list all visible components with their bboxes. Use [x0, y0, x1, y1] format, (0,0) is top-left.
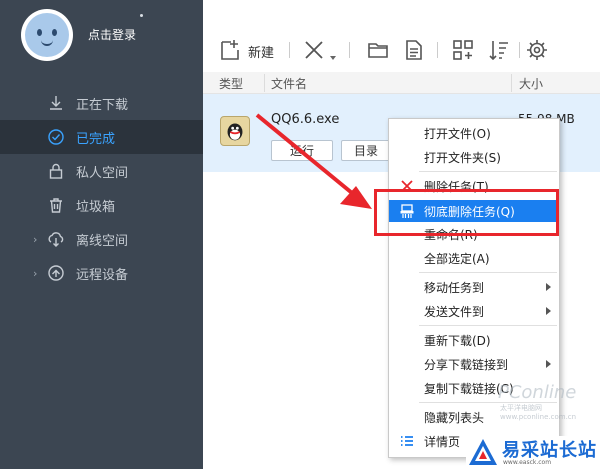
- menu-item-move-task-to[interactable]: 移动任务到: [389, 276, 559, 298]
- sidebar-item-label: 离线空间: [76, 233, 129, 249]
- menu-separator: [419, 171, 557, 172]
- open-file-button[interactable]: [402, 38, 426, 62]
- submenu-arrow-icon: [546, 360, 551, 368]
- sidebar-item-downloading[interactable]: 正在下载: [0, 86, 203, 120]
- profile-area: 点击登录: [0, 0, 203, 72]
- file-name: QQ6.6.exe: [271, 112, 340, 127]
- column-divider[interactable]: [264, 74, 265, 92]
- avatar[interactable]: [21, 9, 73, 61]
- login-link[interactable]: 点击登录: [88, 26, 136, 43]
- column-type[interactable]: 类型: [219, 75, 243, 92]
- toolbar-divider: [289, 42, 290, 58]
- toolbar-divider: [519, 42, 520, 58]
- remote-device-icon: [48, 265, 64, 281]
- menu-item-open-folder[interactable]: 打开文件夹(S): [389, 146, 559, 168]
- toolbar-divider: [349, 42, 350, 58]
- sidebar-item-label: 正在下载: [76, 97, 129, 113]
- sidebar-item-label: 远程设备: [76, 267, 129, 283]
- submenu-arrow-icon: [546, 283, 551, 291]
- column-header: 类型 文件名 大小: [203, 72, 600, 94]
- column-size[interactable]: 大小: [519, 75, 543, 92]
- document-icon: [406, 40, 422, 60]
- menu-item-share-link[interactable]: 分享下载链接到: [389, 353, 559, 375]
- toolbar-divider: [437, 42, 438, 58]
- menu-item-send-file-to[interactable]: 发送文件到: [389, 300, 559, 322]
- menu-separator: [419, 325, 557, 326]
- sidebar-item-label: 私人空间: [76, 165, 129, 181]
- check-circle-icon: [48, 129, 64, 145]
- pconline-watermark-sub: 太平洋电脑网 www.pconline.com.cn: [500, 404, 577, 421]
- list-icon: [401, 436, 413, 446]
- site-logo-icon: [469, 439, 497, 465]
- status-dot: [140, 14, 143, 17]
- column-filename[interactable]: 文件名: [271, 75, 307, 92]
- submenu-arrow-icon: [546, 307, 551, 315]
- run-button[interactable]: 运行: [271, 140, 333, 161]
- view-mode-button[interactable]: [451, 38, 475, 62]
- lock-icon: [49, 163, 63, 179]
- menu-item-select-all[interactable]: 全部选定(A): [389, 247, 559, 269]
- sort-icon: [489, 41, 508, 61]
- trash-icon: [50, 198, 62, 213]
- chevron-right-icon[interactable]: ›: [33, 267, 37, 280]
- site-url: www.easck.com: [503, 459, 552, 466]
- close-icon: [305, 41, 323, 59]
- folder-icon: [368, 43, 388, 58]
- sidebar-item-private-space[interactable]: 私人空间: [0, 154, 203, 188]
- delete-button[interactable]: [302, 38, 326, 62]
- sidebar-item-label: 已完成: [76, 131, 116, 147]
- sort-button[interactable]: [487, 38, 511, 62]
- menu-item-open-file[interactable]: 打开文件(O): [389, 122, 559, 144]
- cloud-download-icon: [48, 232, 64, 247]
- menu-item-redownload[interactable]: 重新下载(D): [389, 329, 559, 351]
- sidebar-item-completed[interactable]: 已完成: [0, 120, 203, 154]
- sidebar: 点击登录 正在下载 已完成 私人空间 垃圾箱 › 离线空间 › 远程设备: [0, 0, 203, 469]
- delete-dropdown-arrow[interactable]: [330, 56, 336, 60]
- menu-separator: [419, 272, 557, 273]
- download-icon: [50, 96, 62, 110]
- sidebar-item-trash[interactable]: 垃圾箱: [0, 188, 203, 222]
- column-divider[interactable]: [511, 74, 512, 92]
- new-task-label[interactable]: 新建: [248, 42, 274, 61]
- grid-icon: [453, 40, 473, 60]
- open-folder-button[interactable]: [366, 38, 390, 62]
- new-task-button[interactable]: [218, 38, 242, 62]
- qq-app-icon: [220, 116, 250, 146]
- settings-button[interactable]: [525, 38, 549, 62]
- pconline-watermark: PConline: [498, 382, 577, 403]
- chevron-right-icon[interactable]: ›: [33, 233, 37, 246]
- highlight-box: [374, 189, 559, 236]
- site-logo: 易采站长站 www.easck.com: [466, 436, 600, 469]
- sidebar-item-remote-device[interactable]: › 远程设备: [0, 256, 203, 290]
- open-directory-button[interactable]: 目录: [341, 140, 391, 161]
- sidebar-item-label: 垃圾箱: [76, 199, 116, 215]
- gear-icon: [527, 40, 547, 60]
- avatar-face-icon: [25, 13, 69, 57]
- new-file-icon: [221, 40, 239, 60]
- toolbar: 新建: [203, 0, 600, 72]
- sidebar-item-offline-space[interactable]: › 离线空间: [0, 222, 203, 256]
